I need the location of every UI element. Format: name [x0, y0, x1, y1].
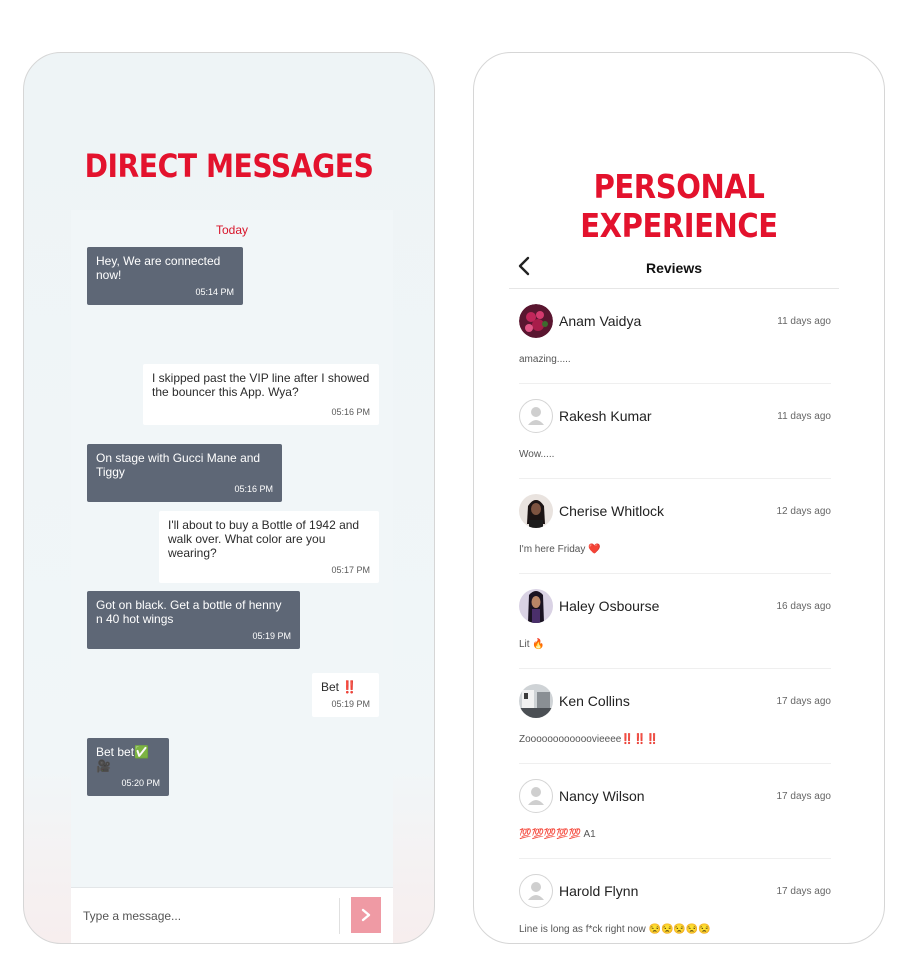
avatar [519, 399, 553, 433]
review-text: Zoooooooooooovieeee‼️‼️‼️ [519, 734, 659, 745]
avatar [519, 494, 553, 528]
reviewer-name: Cherise Whitlock [559, 503, 665, 519]
reviewer-name: Nancy Wilson [559, 788, 645, 804]
direct-messages-phone: DIRECT MESSAGES Today Hey, We are connec… [23, 52, 435, 944]
message-text: Bet bet✅🎥 [96, 745, 149, 773]
review-text: 💯💯💯💯💯 A1 [519, 829, 596, 840]
message-input[interactable] [83, 904, 323, 928]
review-time: 17 days ago [776, 886, 832, 897]
message-time: 05:16 PM [234, 484, 273, 494]
review-text: I'm here Friday ❤️ [519, 544, 601, 555]
message-bubble-incoming[interactable]: Bet bet✅🎥 05:20 PM [87, 738, 169, 796]
message-time: 05:19 PM [331, 699, 370, 709]
avatar [519, 779, 553, 813]
message-bubble-incoming[interactable]: On stage with Gucci Mane and Tiggy 05:16… [87, 444, 282, 502]
review-item[interactable]: Rakesh Kumar 11 days ago Wow..... [519, 384, 831, 479]
review-item[interactable]: Ken Collins 17 days ago Zoooooooooooovie… [519, 669, 831, 764]
message-text: On stage with Gucci Mane and Tiggy [96, 451, 261, 479]
chat-screen: Today Hey, We are connected now! 05:14 P… [71, 210, 393, 943]
message-text: Hey, We are connected now! [96, 254, 221, 282]
review-time: 16 days ago [776, 601, 832, 612]
message-time: 05:20 PM [121, 778, 160, 788]
reviewer-name: Haley Osbourse [559, 598, 660, 614]
message-text: I skipped past the VIP line after I show… [152, 371, 370, 399]
message-time: 05:19 PM [252, 631, 291, 641]
message-text: I'll about to buy a Bottle of 1942 and w… [168, 518, 360, 560]
review-time: 17 days ago [776, 791, 832, 802]
message-text: Got on black. Get a bottle of henny n 40… [96, 598, 282, 626]
message-bubble-incoming[interactable]: Hey, We are connected now! 05:14 PM [87, 247, 243, 305]
reviews-header: Reviews [509, 249, 839, 289]
review-text: Wow..... [519, 449, 555, 460]
reviewer-name: Harold Flynn [559, 883, 639, 899]
message-bubble-outgoing[interactable]: I skipped past the VIP line after I show… [143, 364, 379, 425]
day-separator: Today [215, 223, 249, 237]
reviewer-name: Anam Vaidya [559, 313, 642, 329]
avatar [519, 304, 553, 338]
avatar [519, 684, 553, 718]
reviews-title: Reviews [645, 260, 703, 276]
reviews-screen: Reviews Anam Vaidya 11 days ago amazing.… [509, 249, 839, 943]
personal-experience-phone: PERSONAL EXPERIENCE Reviews Anam Vaidya … [473, 52, 885, 944]
message-text: Bet ‼️ [321, 680, 358, 694]
send-arrow-icon [361, 908, 371, 922]
message-time: 05:17 PM [331, 565, 370, 575]
message-bubble-incoming[interactable]: Got on black. Get a bottle of henny n 40… [87, 591, 300, 649]
review-item[interactable]: Nancy Wilson 17 days ago 💯💯💯💯💯 A1 [519, 764, 831, 859]
message-bubble-outgoing[interactable]: I'll about to buy a Bottle of 1942 and w… [159, 511, 379, 583]
review-text: amazing..... [519, 354, 571, 365]
composer-divider [339, 898, 340, 934]
user-placeholder-icon [528, 407, 544, 425]
personal-experience-headline: PERSONAL EXPERIENCE [580, 167, 778, 245]
reviewer-name: Ken Collins [559, 693, 630, 709]
avatar [519, 874, 553, 908]
review-item[interactable]: Harold Flynn 17 days ago Line is long as… [519, 859, 832, 943]
review-time: 17 days ago [776, 696, 832, 707]
review-time: 11 days ago [777, 411, 831, 422]
message-composer [71, 887, 393, 943]
review-text: Line is long as f*ck right now 😒😒😒😒😒 [519, 924, 711, 935]
message-bubble-outgoing[interactable]: Bet ‼️ 05:19 PM [312, 673, 379, 717]
review-time: 11 days ago [777, 316, 831, 327]
review-time: 12 days ago [776, 506, 832, 517]
message-time: 05:16 PM [331, 407, 370, 417]
avatar [519, 589, 553, 623]
reviewer-name: Rakesh Kumar [559, 408, 652, 424]
review-item[interactable]: Anam Vaidya 11 days ago amazing..... [519, 289, 831, 384]
send-button[interactable] [351, 897, 381, 933]
review-item[interactable]: Cherise Whitlock 12 days ago I'm here Fr… [519, 479, 831, 574]
user-placeholder-icon [528, 882, 544, 900]
user-placeholder-icon [528, 787, 544, 805]
review-text: Lit 🔥 [519, 639, 545, 650]
direct-messages-headline: DIRECT MESSAGES [84, 147, 374, 185]
review-item[interactable]: Haley Osbourse 16 days ago Lit 🔥 [519, 574, 831, 669]
message-time: 05:14 PM [195, 287, 234, 297]
